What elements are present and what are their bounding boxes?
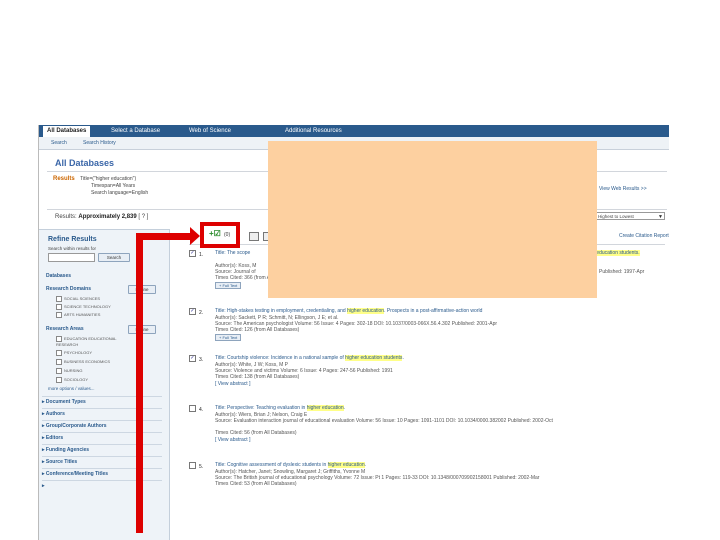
record-number: 4. — [199, 407, 204, 413]
research-domains-section[interactable]: Research Domains — [46, 286, 91, 292]
view-web-results-link[interactable]: View Web Results >> — [599, 186, 647, 192]
full-text-button[interactable]: + Full Text — [215, 334, 242, 341]
record-checkbox[interactable]: ✓ — [189, 250, 196, 257]
search-within-label: Search within results for — [48, 246, 97, 251]
category-funding-agencies[interactable]: ▸ Funding Agencies — [42, 444, 162, 456]
domain-item[interactable]: ARTS HUMANITIES — [56, 312, 100, 318]
subnav-search[interactable]: Search — [51, 137, 67, 149]
record-checkbox[interactable] — [189, 462, 196, 469]
record-checkbox[interactable]: ✓ — [189, 308, 196, 315]
result-record-5: 5. Title: Cognitive assessment of dyslex… — [189, 462, 659, 512]
domain-item[interactable]: SCIENCE TECHNOLOGY — [56, 304, 111, 310]
results-label: Results — [53, 176, 75, 182]
results-count-help[interactable]: [ ? ] — [138, 214, 148, 220]
category-more[interactable]: ▸ — [42, 480, 162, 492]
full-text-button[interactable]: + Full Text — [215, 282, 242, 289]
area-item[interactable]: SOCIOLOGY — [56, 377, 88, 383]
view-abstract-link[interactable]: [ View abstract ] — [215, 381, 250, 387]
record-title[interactable]: Title: The scope — [215, 250, 250, 256]
marked-count: (0) — [224, 232, 231, 238]
area-item[interactable]: BUSINESS ECONOMICS — [56, 359, 110, 365]
tab-all-databases[interactable]: All Databases — [43, 126, 91, 137]
search-within-input[interactable] — [48, 253, 95, 262]
category-source-titles[interactable]: ▸ Source Titles — [42, 456, 162, 468]
record-number: 1. — [199, 252, 204, 258]
record-title[interactable]: Title: Courtship violence: Incidence in … — [215, 355, 404, 361]
results-count-value: Approximately 2,839 — [78, 214, 137, 220]
category-authors[interactable]: ▸ Authors — [42, 408, 162, 420]
add-to-marked-list-icon[interactable]: +☑ — [209, 229, 221, 238]
record-number: 5. — [199, 464, 204, 470]
sort-value: Highest to Lowest — [598, 214, 634, 219]
results-timespan: Timespan=All Years — [91, 183, 136, 189]
subnav-search-history[interactable]: Search History — [83, 137, 116, 149]
record-source: Source: Evaluation interaction journal o… — [215, 418, 553, 424]
category-group-authors[interactable]: ▸ Group/Corporate Authors — [42, 420, 162, 432]
category-document-types[interactable]: ▸ Document Types — [42, 396, 162, 408]
arrow-shaft — [136, 233, 194, 240]
refine-sidebar: Refine Results Search within results for… — [39, 229, 170, 540]
view-abstract-link[interactable]: [ View abstract ] — [215, 437, 250, 443]
results-summary: Results Title=("higher education") Times… — [53, 176, 148, 197]
page-title: All Databases — [55, 158, 115, 168]
callout-overlay — [268, 141, 597, 298]
more-options-link[interactable]: more options / values... — [48, 386, 95, 391]
area-item[interactable]: PSYCHOLOGY — [56, 350, 92, 356]
result-record-2: ✓ 2. Title: High-stakes testing in emplo… — [189, 308, 659, 358]
result-record-4: 4. Title: Perspective: Teaching evaluati… — [189, 405, 659, 455]
record-number: 2. — [199, 310, 204, 316]
refine-title: Refine Results — [48, 236, 97, 243]
category-conference-titles[interactable]: ▸ Conference/Meeting Titles — [42, 468, 162, 480]
sort-select[interactable]: Highest to Lowest ▼ — [595, 212, 665, 220]
record-title[interactable]: Title: High-stakes testing in employment… — [215, 308, 482, 314]
results-query: Title=("higher education") — [80, 176, 137, 182]
database-tabs: All Databases Select a Database Web of S… — [39, 125, 669, 137]
domain-item[interactable]: SOCIAL SCIENCES — [56, 296, 100, 302]
arrow-stem — [136, 233, 143, 533]
record-published: Published: 1997-Apr — [599, 269, 645, 275]
result-record-3: ✓ 3. Title: Courtship violence: Incidenc… — [189, 355, 659, 405]
area-item[interactable]: NURSING — [56, 368, 82, 374]
tab-select-database[interactable]: Select a Database — [107, 126, 164, 137]
databases-section[interactable]: Databases — [46, 273, 71, 279]
chevron-down-icon: ▼ — [658, 214, 663, 220]
results-language: Search language=English — [91, 190, 149, 196]
arrow-head-icon — [190, 227, 200, 245]
results-count: Results: Approximately 2,839 [ ? ] — [55, 214, 148, 220]
sidebar-search-button[interactable]: Search — [98, 253, 130, 262]
print-icon[interactable] — [249, 232, 259, 241]
record-number: 3. — [199, 357, 204, 363]
tab-web-of-science[interactable]: Web of Science — [185, 126, 235, 137]
record-times-cited[interactable]: Times Cited: 56 (from All Databases) — [215, 430, 297, 436]
create-citation-report-link[interactable]: Create Citation Report — [619, 233, 669, 239]
record-title[interactable]: Title: Perspective: Teaching evaluation … — [215, 405, 345, 411]
area-item[interactable]: EDUCATION EDUCATIONAL RESEARCH — [56, 336, 136, 347]
record-title[interactable]: Title: Cognitive assessment of dyslexic … — [215, 462, 366, 468]
record-times-cited[interactable]: Times Cited: 126 (from All Databases) — [215, 327, 299, 333]
record-checkbox[interactable] — [189, 405, 196, 412]
category-editors[interactable]: ▸ Editors — [42, 432, 162, 444]
record-times-cited[interactable]: Times Cited: 53 (from All Databases) — [215, 481, 297, 487]
research-areas-section[interactable]: Research Areas — [46, 326, 84, 332]
results-count-prefix: Results: — [55, 214, 77, 220]
record-times-cited[interactable]: Times Cited: 138 (from All Databases) — [215, 374, 299, 380]
record-checkbox[interactable]: ✓ — [189, 355, 196, 362]
tab-additional-resources[interactable]: Additional Resources — [281, 126, 346, 137]
